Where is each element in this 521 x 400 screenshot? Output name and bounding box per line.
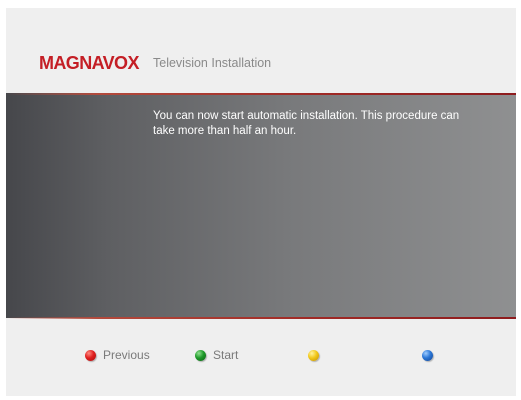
blue-key[interactable] [422,346,440,364]
green-button-icon [195,349,206,361]
yellow-button-icon [308,349,319,361]
header: MAGNAVOX Television Installation [6,8,516,93]
page-title: Television Installation [153,56,272,70]
start-button[interactable]: Start [195,346,238,364]
message-panel: You can now start automatic installation… [6,93,516,318]
brand-logo: MAGNAVOX [39,53,139,73]
previous-button[interactable]: Previous [85,346,150,364]
previous-label: Previous [103,348,150,362]
start-label: Start [213,348,239,362]
blue-button-icon [422,349,433,361]
tv-installation-screen: MAGNAVOX Television Installation You can… [6,8,516,396]
installation-message: You can now start automatic installation… [153,110,460,137]
divider-top [6,93,516,95]
yellow-key[interactable] [308,346,326,364]
color-key-bar: Previous Start [6,319,516,396]
red-button-icon [85,349,96,361]
